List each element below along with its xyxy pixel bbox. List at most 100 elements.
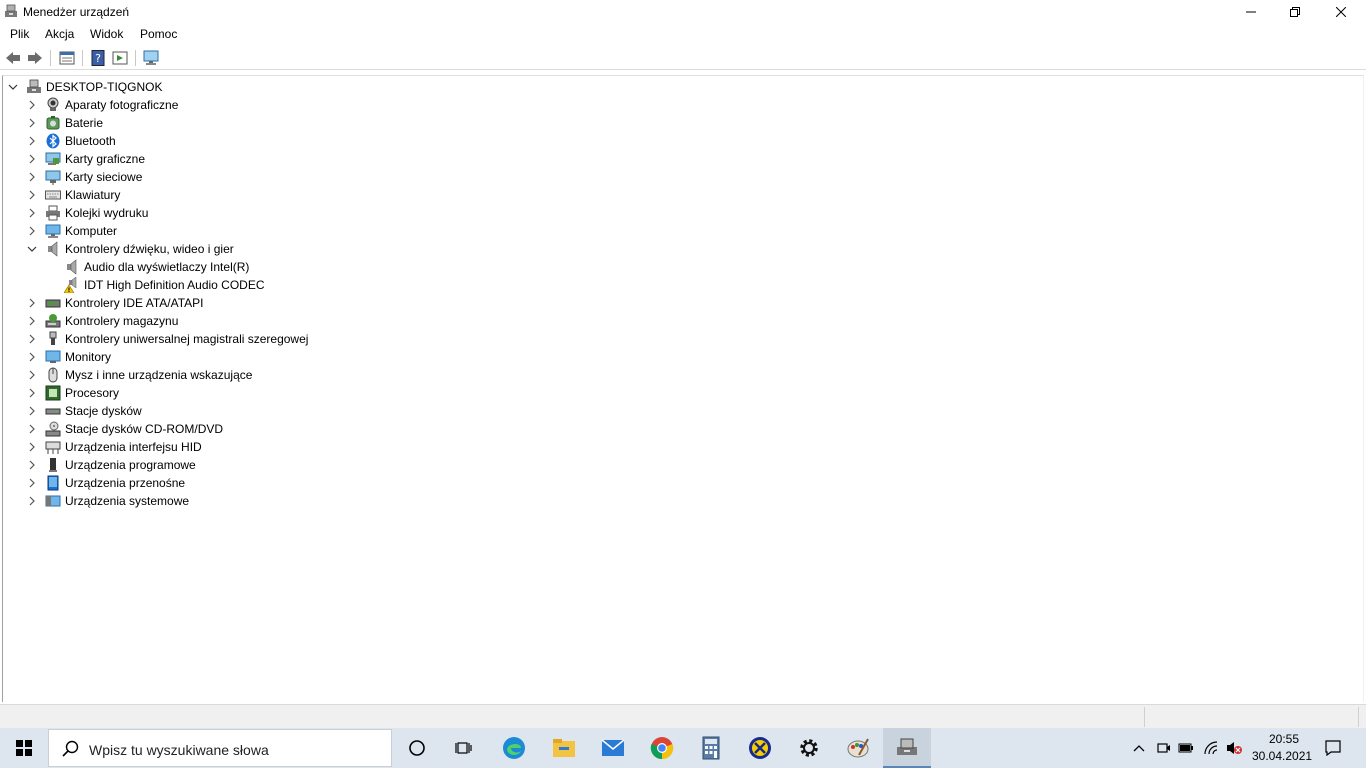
tree-item[interactable]: Kolejki wydruku [26, 204, 148, 222]
tree-item[interactable]: Urządzenia systemowe [26, 492, 189, 510]
chevron-right-icon[interactable] [26, 423, 38, 435]
minimize-button[interactable] [1228, 0, 1274, 24]
chevron-down-icon[interactable] [7, 81, 19, 93]
tree-item[interactable]: Kontrolery IDE ATA/ATAPI [26, 294, 204, 312]
device-tree[interactable]: DESKTOP-TIQGNOK Aparaty fotograficzne Ba… [2, 75, 1364, 702]
paint-button[interactable] [834, 728, 882, 768]
network-tray-icon[interactable] [1204, 740, 1220, 756]
tree-item[interactable]: Stacje dysków CD-ROM/DVD [26, 420, 223, 438]
chevron-right-icon[interactable] [26, 297, 38, 309]
run-view-button[interactable] [111, 49, 129, 67]
tree-root[interactable]: DESKTOP-TIQGNOK [7, 78, 162, 96]
device-manager-icon [4, 4, 18, 18]
chevron-right-icon[interactable] [26, 351, 38, 363]
tree-child-item[interactable]: Audio dla wyświetlaczy Intel(R) [45, 258, 249, 276]
tree-item[interactable]: Aparaty fotograficzne [26, 96, 178, 114]
chevron-right-icon[interactable] [26, 495, 38, 507]
properties-view-button[interactable] [58, 49, 76, 67]
camera-icon [45, 97, 61, 113]
search-icon [62, 740, 80, 761]
chevron-right-icon[interactable] [26, 477, 38, 489]
notification-icon[interactable] [1325, 740, 1341, 756]
tree-item[interactable]: Karty graficzne [26, 150, 145, 168]
tree-item[interactable]: Procesory [26, 384, 119, 402]
clock-date[interactable]: 30.04.2021 [1252, 749, 1312, 763]
meet-now-icon[interactable] [1156, 740, 1172, 756]
window-title: Menedżer urządzeń [23, 5, 130, 19]
chevron-down-icon[interactable] [26, 243, 38, 255]
computer-icon [45, 223, 61, 239]
tree-item[interactable]: Stacje dysków [26, 402, 142, 420]
taskbar-search[interactable]: Wpisz tu wyszukiwane słowa [48, 729, 392, 767]
menu-bar: Plik Akcja Widok Pomoc [0, 24, 1366, 44]
edge-button[interactable] [490, 728, 538, 768]
properties-icon [59, 51, 75, 65]
start-button[interactable] [0, 728, 48, 768]
chevron-right-icon[interactable] [26, 405, 38, 417]
tree-child-item[interactable]: IDT High Definition Audio CODEC [45, 276, 265, 294]
network-adapter-icon [45, 169, 61, 185]
menu-file[interactable]: Plik [10, 27, 29, 41]
clock-time[interactable]: 20:55 [1266, 732, 1302, 746]
chrome-button[interactable] [638, 728, 686, 768]
menu-action[interactable]: Akcja [45, 27, 74, 41]
tree-item[interactable]: Komputer [26, 222, 117, 240]
chevron-right-icon[interactable] [26, 315, 38, 327]
display-adapter-icon [45, 151, 61, 167]
task-view-icon [455, 742, 472, 754]
taskbar: Wpisz tu wyszukiwane słowa 20:55 30.04.2… [0, 728, 1366, 768]
scan-hardware-button[interactable] [143, 49, 161, 67]
chevron-right-icon[interactable] [26, 135, 38, 147]
bluetooth-icon [45, 133, 61, 149]
edge-icon [503, 737, 525, 759]
arrow-left-icon [6, 52, 20, 64]
calculator-button[interactable] [687, 728, 735, 768]
tree-item[interactable]: Kontrolery magazynu [26, 312, 178, 330]
close-button[interactable] [1318, 0, 1364, 24]
tree-item-expanded[interactable]: Kontrolery dźwięku, wideo i gier [26, 240, 234, 258]
back-button[interactable] [4, 49, 22, 67]
file-explorer-button[interactable] [540, 728, 588, 768]
chevron-right-icon[interactable] [26, 117, 38, 129]
chevron-right-icon[interactable] [26, 441, 38, 453]
chevron-right-icon[interactable] [26, 99, 38, 111]
tree-item[interactable]: Mysz i inne urządzenia wskazujące [26, 366, 252, 384]
forward-button[interactable] [26, 49, 44, 67]
tree-item[interactable]: Klawiatury [26, 186, 120, 204]
chevron-right-icon[interactable] [26, 333, 38, 345]
chevron-right-icon[interactable] [26, 369, 38, 381]
battery-tray-icon[interactable] [1178, 740, 1194, 756]
tree-item[interactable]: Bluetooth [26, 132, 116, 150]
chevron-right-icon[interactable] [26, 189, 38, 201]
tree-item[interactable]: Urządzenia przenośne [26, 474, 185, 492]
device-manager-taskbar-button[interactable] [883, 728, 931, 768]
chevron-up-icon[interactable] [1131, 740, 1147, 756]
tree-item[interactable]: Kontrolery uniwersalnej magistrali szere… [26, 330, 308, 348]
task-view-button[interactable] [440, 728, 488, 768]
help-button[interactable]: ? [89, 49, 107, 67]
chevron-right-icon[interactable] [26, 459, 38, 471]
menu-view[interactable]: Widok [90, 27, 123, 41]
chevron-right-icon[interactable] [26, 153, 38, 165]
tree-item[interactable]: Urządzenia programowe [26, 456, 196, 474]
windows-logo-icon [16, 740, 32, 756]
chevron-right-icon[interactable] [26, 171, 38, 183]
app-yellow-button[interactable] [736, 728, 784, 768]
tree-item[interactable]: Karty sieciowe [26, 168, 142, 186]
chevron-right-icon[interactable] [26, 207, 38, 219]
chevron-right-icon[interactable] [26, 225, 38, 237]
volume-muted-icon[interactable] [1226, 740, 1242, 756]
menu-help[interactable]: Pomoc [140, 27, 177, 41]
keyboard-icon [45, 187, 61, 203]
settings-button[interactable] [785, 728, 833, 768]
software-device-icon [45, 457, 61, 473]
cortana-button[interactable] [393, 728, 441, 768]
chevron-right-icon[interactable] [26, 387, 38, 399]
tree-item[interactable]: Baterie [26, 114, 103, 132]
tree-item[interactable]: Monitory [26, 348, 111, 366]
tree-item[interactable]: Urządzenia interfejsu HID [26, 438, 202, 456]
mail-button[interactable] [589, 728, 637, 768]
mouse-icon [45, 367, 61, 383]
status-bar [0, 704, 1366, 728]
restore-button[interactable] [1272, 0, 1318, 24]
